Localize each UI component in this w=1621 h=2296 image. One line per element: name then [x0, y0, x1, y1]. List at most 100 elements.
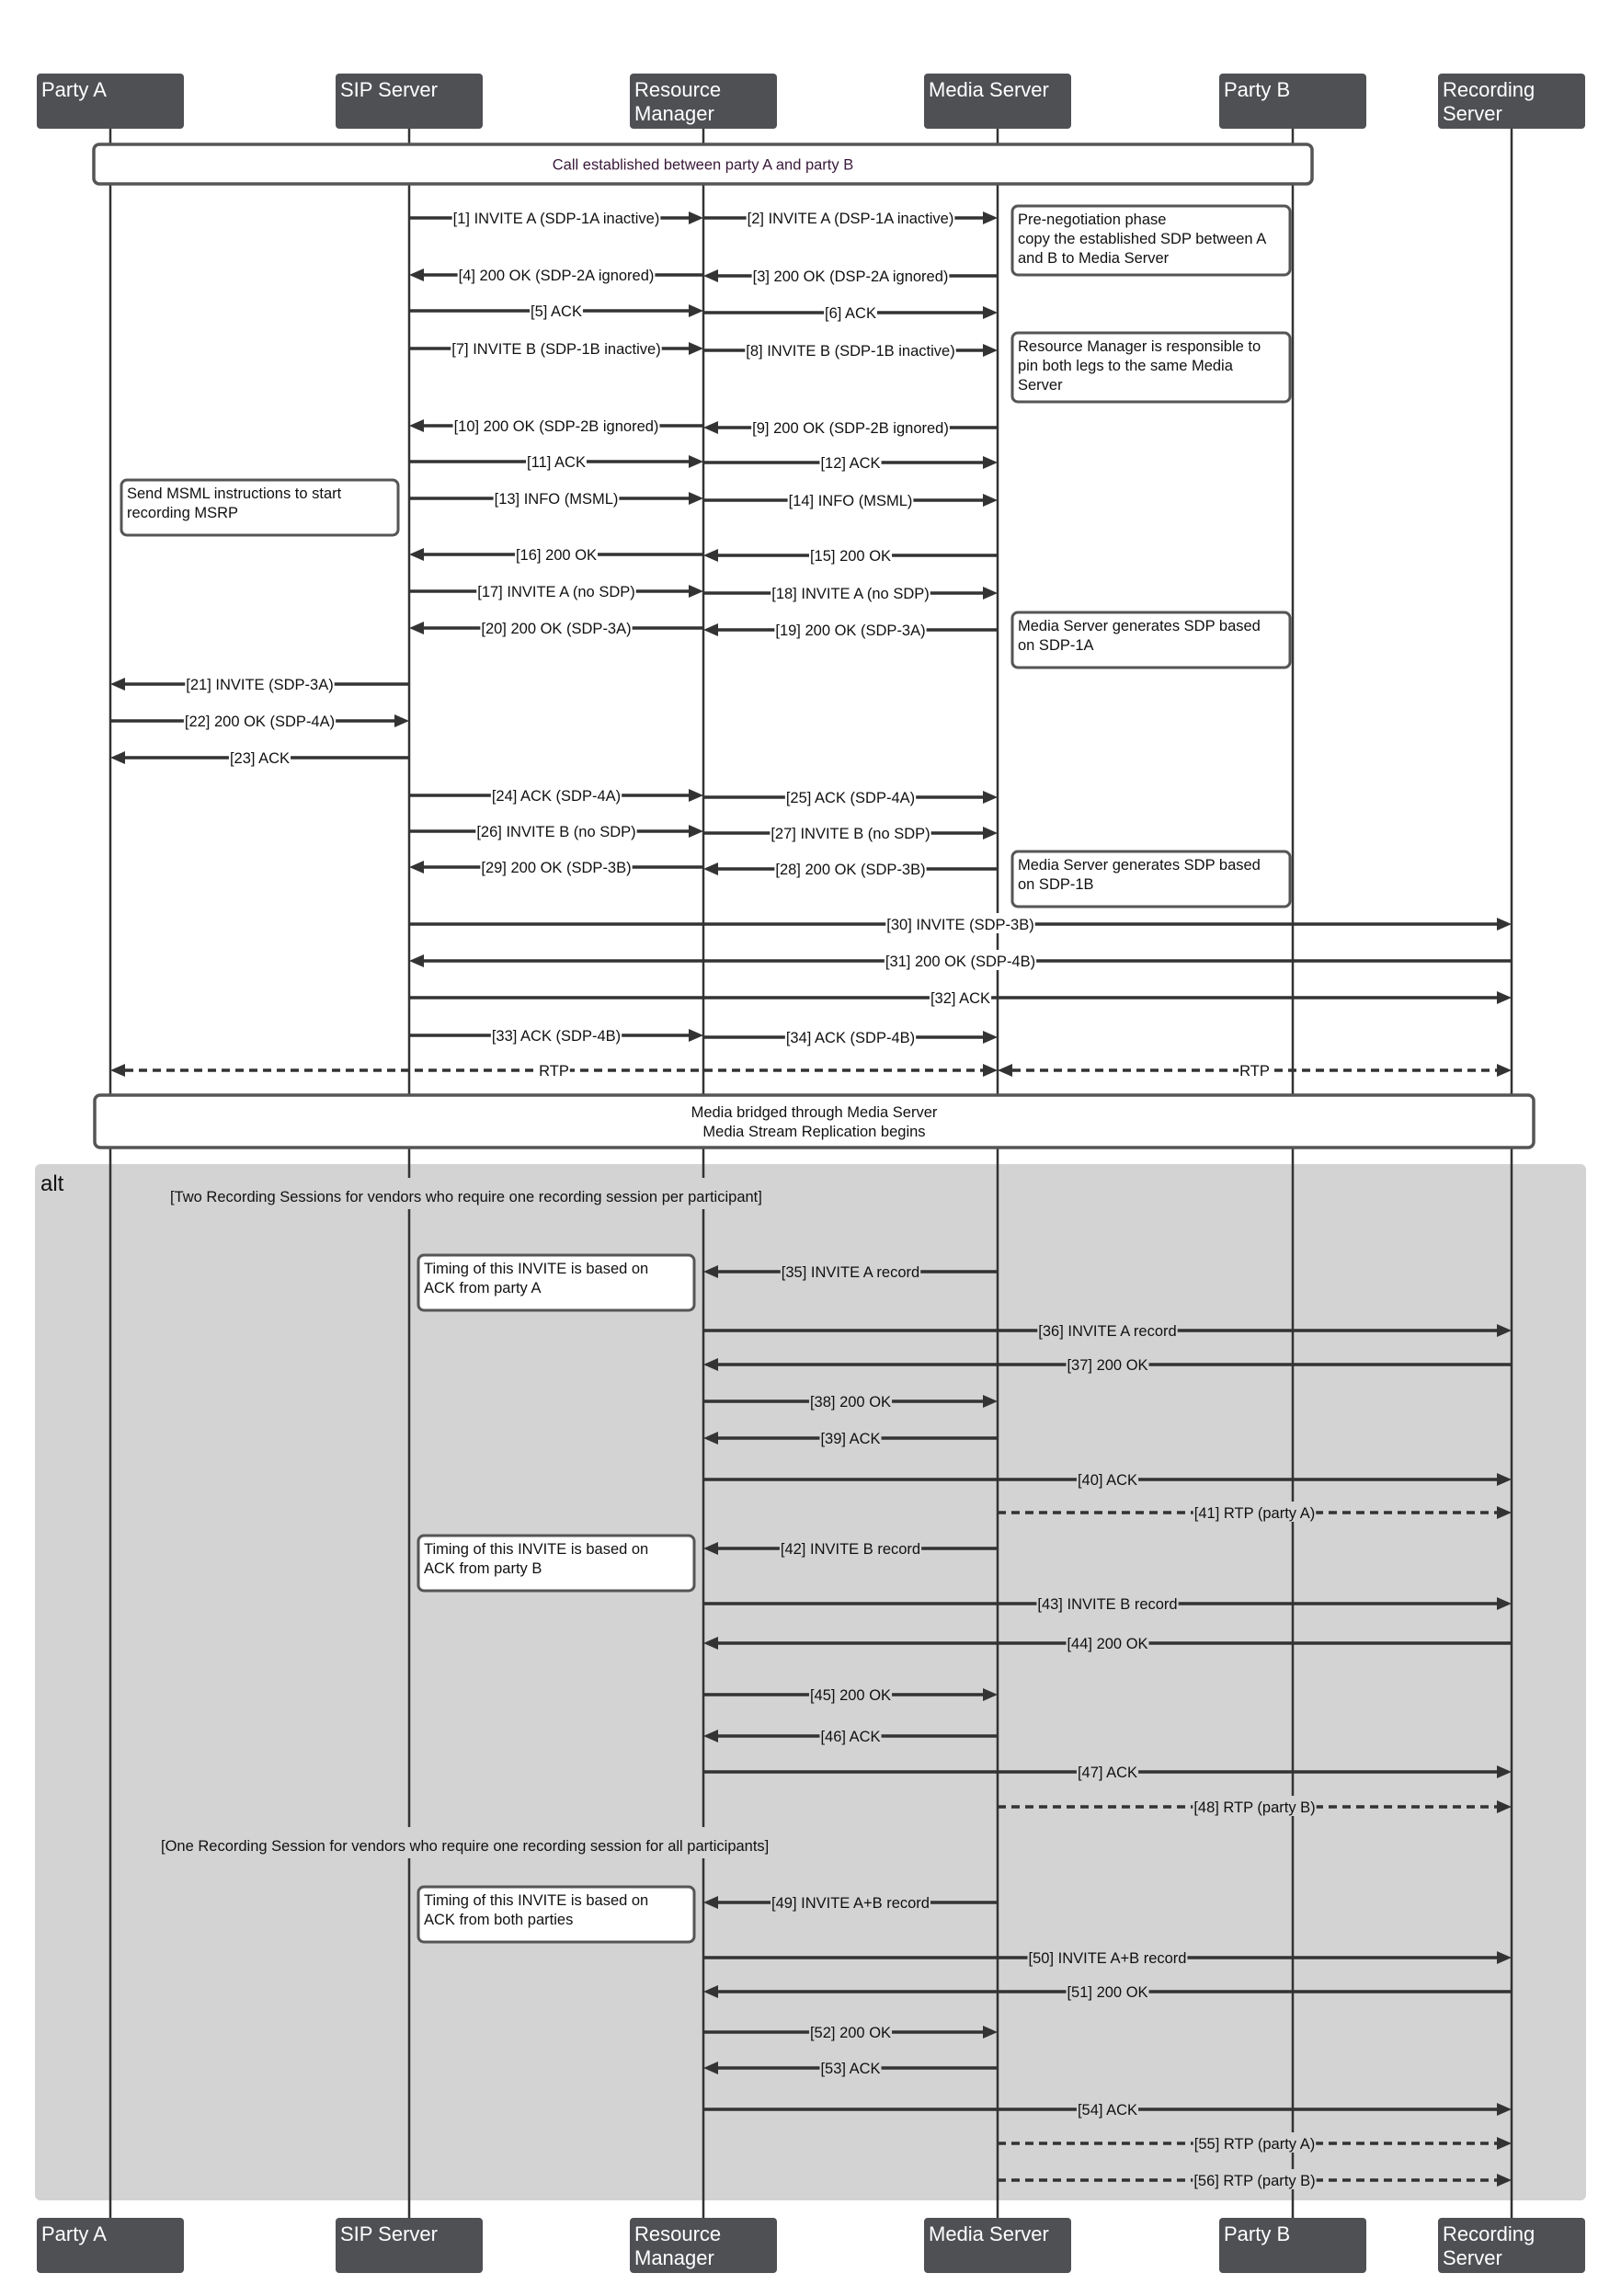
- arrow-head: [703, 549, 718, 562]
- arrow-head: [689, 789, 703, 802]
- participant-recording-server-bottom[interactable]: RecordingServer: [1438, 2218, 1585, 2273]
- arrow-head: [983, 587, 998, 600]
- message-label: [55] RTP (party A): [1194, 2136, 1315, 2153]
- note-pin-legs: Resource Manager is responsible to pin bo…: [1010, 331, 1292, 404]
- band-text: Call established between party A and par…: [553, 157, 853, 174]
- message-label: [13] INFO (MSML): [495, 491, 619, 508]
- participant-label: Recording: [1443, 2222, 1535, 2245]
- message-label: [45] 200 OK: [810, 1687, 891, 1704]
- message-label: [25] ACK (SDP-4A): [786, 790, 915, 806]
- message-label: [9] 200 OK (SDP-2B ignored): [752, 420, 949, 437]
- participant-party-a-top[interactable]: Party A: [37, 74, 184, 129]
- alt-fragment-layer: alt: [35, 1164, 1586, 2200]
- note-text: Timing of this INVITE is based on: [424, 1261, 648, 1277]
- message-32: [32] ACK: [409, 987, 1512, 1007]
- band-media-bridged: Media bridged through Media Server Media …: [93, 1093, 1535, 1149]
- arrow-head: [703, 269, 718, 282]
- message-label: [53] ACK: [820, 2061, 880, 2077]
- message-21: [21] INVITE (SDP-3A): [110, 673, 409, 693]
- participant-party-b-top[interactable]: Party B: [1219, 74, 1366, 129]
- message-label: [4] 200 OK (SDP-2A ignored): [459, 268, 655, 284]
- participant-party-b-bottom[interactable]: Party B: [1219, 2218, 1366, 2273]
- message-label: [10] 200 OK (SDP-2B ignored): [454, 418, 659, 435]
- message-label: [35] INVITE A record: [782, 1264, 919, 1281]
- arrow-head: [983, 456, 998, 469]
- message-label: [51] 200 OK: [1067, 1984, 1147, 2001]
- participant-label: Party A: [41, 78, 107, 101]
- participant-resource-manager-bottom[interactable]: ResourceManager: [630, 2218, 777, 2273]
- arrow-head: [1497, 1064, 1512, 1077]
- note-text: Media Server generates SDP based: [1018, 857, 1261, 874]
- message-4: [4] 200 OK (SDP-2A ignored): [409, 264, 703, 284]
- note-text: Timing of this INVITE is based on: [424, 1892, 648, 1909]
- participant-media-server-bottom[interactable]: Media Server: [924, 2218, 1071, 2273]
- message-30: [30] INVITE (SDP-3B): [409, 913, 1512, 933]
- message-31: [31] 200 OK (SDP-4B): [409, 950, 1512, 970]
- message-label: [36] INVITE A record: [1038, 1323, 1176, 1340]
- arrow-head: [689, 342, 703, 355]
- note-msml: Send MSML instructions to start recording…: [120, 478, 400, 537]
- message-label: [6] ACK: [825, 305, 876, 322]
- message-label: [15] 200 OK: [810, 548, 891, 565]
- message-label: [52] 200 OK: [810, 2025, 891, 2041]
- participant-party-a-bottom[interactable]: Party A: [37, 2218, 184, 2273]
- message-label: [3] 200 OK (DSP-2A ignored): [753, 268, 949, 285]
- participant-sip-server-top[interactable]: SIP Server: [336, 74, 483, 129]
- message-label: [21] INVITE (SDP-3A): [186, 677, 333, 693]
- arrow-head: [1497, 918, 1512, 931]
- arrow-head: [409, 622, 424, 634]
- arrow-head: [703, 862, 718, 875]
- message-label: [22] 200 OK (SDP-4A): [185, 714, 335, 730]
- participant-media-server-top[interactable]: Media Server: [924, 74, 1071, 129]
- message-25: [25] ACK (SDP-4A): [703, 786, 998, 806]
- participant-resource-manager-top[interactable]: ResourceManager: [630, 74, 777, 129]
- message-label: [31] 200 OK (SDP-4B): [885, 954, 1035, 970]
- arrow-head: [998, 1064, 1012, 1077]
- participant-label: Resource: [634, 78, 721, 101]
- arrow-head: [409, 954, 424, 967]
- participant-label: Server: [1443, 102, 1502, 125]
- participant-label: Media Server: [929, 2222, 1049, 2245]
- message-11: [11] ACK: [409, 451, 703, 471]
- participant-label: Server: [1443, 2246, 1502, 2269]
- participant-label: Party B: [1224, 78, 1290, 101]
- arrow-head: [983, 1064, 998, 1077]
- message-6: [6] ACK: [703, 302, 998, 322]
- note-text: Timing of this INVITE is based on: [424, 1541, 648, 1558]
- message-label: RTP: [539, 1063, 569, 1079]
- note-pre-negotiation: Pre-negotiation phase copy the establishe…: [1010, 204, 1292, 277]
- message-13: [13] INFO (MSML): [409, 487, 703, 508]
- arrow-head: [703, 623, 718, 636]
- note-text: Media Server generates SDP based: [1018, 618, 1261, 634]
- message-label: [14] INFO (MSML): [789, 493, 913, 509]
- message-label: RTP: [1239, 1063, 1270, 1079]
- message-label: [8] INVITE B (SDP-1B inactive): [746, 343, 954, 360]
- arrow-head: [689, 211, 703, 224]
- participant-sip-server-bottom[interactable]: SIP Server: [336, 2218, 483, 2273]
- message-29: [29] 200 OK (SDP-3B): [409, 856, 703, 876]
- arrow-head: [409, 419, 424, 432]
- message-1: [1] INVITE A (SDP-1A inactive): [409, 207, 703, 227]
- message-15: [15] 200 OK: [703, 544, 998, 565]
- message-24: [24] ACK (SDP-4A): [409, 784, 703, 805]
- note-text: pin both legs to the same Media: [1018, 358, 1234, 374]
- message-label: [11] ACK: [527, 454, 586, 471]
- message-7: [7] INVITE B (SDP-1B inactive): [409, 337, 703, 358]
- participant-recording-server-top[interactable]: RecordingServer: [1438, 74, 1585, 129]
- message-label: [16] 200 OK: [516, 547, 597, 564]
- message-5: [5] ACK: [409, 300, 703, 320]
- arrow-head: [110, 678, 125, 691]
- alt-fragment: alt: [35, 1164, 1586, 2200]
- arrow-head: [1497, 991, 1512, 1004]
- message-label: [23] ACK: [230, 750, 290, 767]
- alt-fragment-background: [35, 1164, 1586, 2200]
- sequence-diagram: alt [One Recording Session for vendors w…: [35, 74, 1586, 2273]
- message-label: [5] ACK: [531, 303, 582, 320]
- arrow-head: [983, 827, 998, 840]
- message-2: [2] INVITE A (DSP-1A inactive): [703, 207, 998, 227]
- message-label: [44] 200 OK: [1067, 1636, 1147, 1652]
- arrow-head: [394, 714, 409, 727]
- message-label: [49] INVITE A+B record: [771, 1895, 930, 1912]
- message-10: [10] 200 OK (SDP-2B ignored): [409, 415, 703, 435]
- band-text: Media bridged through Media Server: [691, 1104, 938, 1121]
